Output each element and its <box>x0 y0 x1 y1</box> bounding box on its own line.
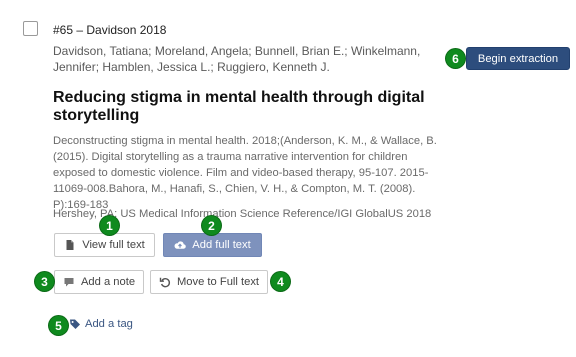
view-full-text-label: View full text <box>82 239 145 251</box>
file-icon <box>64 239 76 251</box>
record-id-label: #65 – Davidson 2018 <box>53 23 167 37</box>
add-tag-link[interactable]: Add a tag <box>69 318 133 330</box>
move-to-full-text-label: Move to Full text <box>176 276 260 288</box>
callout-badge-5: 5 <box>49 316 68 335</box>
callout-badge-3: 3 <box>35 272 54 291</box>
callout-badge-2: 2 <box>202 216 221 235</box>
cloud-upload-icon <box>174 239 187 251</box>
view-full-text-button[interactable]: View full text <box>54 233 155 257</box>
callout-badge-1: 1 <box>100 216 119 235</box>
callout-badge-4: 4 <box>271 272 290 291</box>
move-to-full-text-button[interactable]: Move to Full text <box>150 270 268 294</box>
begin-extraction-button[interactable]: Begin extraction <box>466 47 570 70</box>
add-full-text-label: Add full text <box>192 239 251 251</box>
add-full-text-button[interactable]: Add full text <box>163 233 262 257</box>
record-abstract: Deconstructing stigma in mental health. … <box>53 135 437 211</box>
tag-icon <box>69 318 81 330</box>
undo-icon <box>159 276 171 288</box>
record-title: Reducing stigma in mental health through… <box>53 89 425 124</box>
add-tag-label: Add a tag <box>85 318 133 330</box>
comment-icon <box>63 276 75 288</box>
record-select-checkbox[interactable] <box>23 21 38 36</box>
callout-badge-6: 6 <box>446 49 465 68</box>
add-note-label: Add a note <box>80 276 136 288</box>
begin-extraction-label: Begin extraction <box>477 52 559 65</box>
record-authors: Davidson, Tatiana; Moreland, Angela; Bun… <box>53 44 421 74</box>
add-note-button[interactable]: Add a note <box>54 270 144 294</box>
